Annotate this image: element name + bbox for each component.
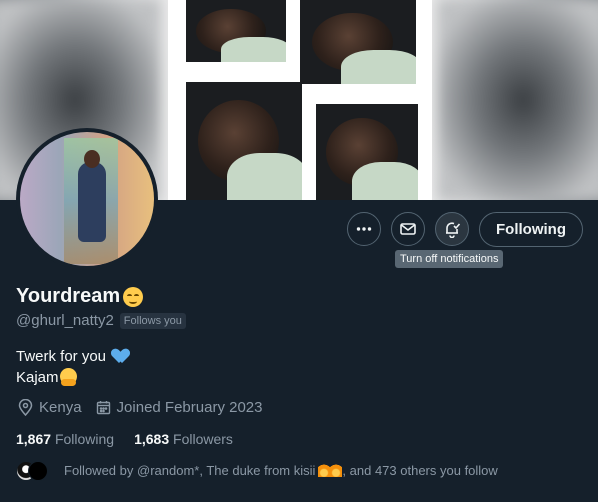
follows-you-badge: Follows you xyxy=(119,312,186,329)
profile-meta: Kenya Joined February 2023 xyxy=(18,399,276,416)
handle-row: @ghurl_natty2 Follows you xyxy=(16,312,186,329)
bio-line-1: Twerk for you xyxy=(16,348,107,365)
notifications-button[interactable] xyxy=(435,212,469,246)
mutual-avatars xyxy=(16,460,60,481)
bell-check-icon xyxy=(446,222,461,238)
profile-avatar[interactable] xyxy=(16,128,158,270)
mutual-avatar xyxy=(28,461,48,481)
blue-heart-icon xyxy=(113,349,128,363)
display-name: Yourdream xyxy=(16,285,144,308)
following-count: 1,867 xyxy=(16,431,52,447)
location-icon xyxy=(18,399,33,416)
followers-link[interactable]: 1,683 Followers xyxy=(134,431,233,447)
joined-date: Joined February 2023 xyxy=(116,399,263,416)
bio: Twerk for you Kajam xyxy=(16,346,128,388)
relieved-face-emoji-icon xyxy=(123,286,144,307)
location-text: Kenya xyxy=(39,399,82,416)
following-label: Following xyxy=(54,431,115,447)
more-button[interactable] xyxy=(347,212,381,246)
followed-by-prefix: Followed by xyxy=(64,462,134,478)
followers-you-know[interactable]: Followed by @random*, The duke from kisi… xyxy=(16,460,498,481)
followed-by-names: @random*, The duke from kisii xyxy=(137,462,316,478)
banner-collage xyxy=(168,0,432,200)
username: @ghurl_natty2 xyxy=(16,312,114,329)
mail-icon xyxy=(400,223,416,235)
follow-stats: 1,867 Following 1,683 Followers xyxy=(16,431,233,447)
notifications-tooltip: Turn off notifications xyxy=(395,250,504,268)
fire-emoji-icon xyxy=(318,463,331,477)
more-icon xyxy=(356,227,372,231)
hugging-face-icon xyxy=(59,368,77,386)
message-button[interactable] xyxy=(391,212,425,246)
display-name-text: Yourdream xyxy=(16,285,121,307)
following-link[interactable]: 1,867 Following xyxy=(16,431,114,447)
calendar-icon xyxy=(96,401,110,415)
followed-by-suffix: , and 473 others you follow xyxy=(342,462,498,478)
followers-count: 1,683 xyxy=(134,431,170,447)
followers-label: Followers xyxy=(173,431,233,447)
bio-line-2: Kajam xyxy=(16,369,59,386)
following-button[interactable]: Following xyxy=(479,212,583,247)
fire-emoji-icon xyxy=(330,463,343,477)
